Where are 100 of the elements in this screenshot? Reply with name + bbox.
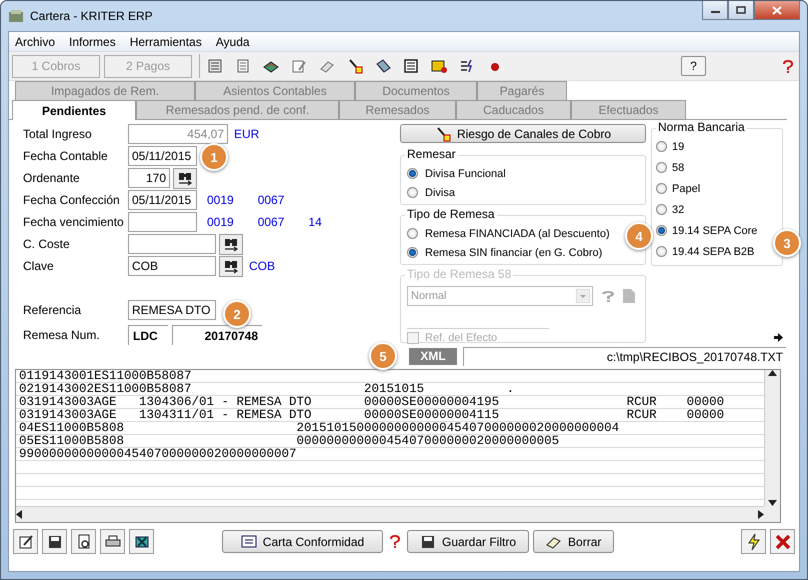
toolbar-button[interactable] <box>100 529 125 554</box>
input-field[interactable]: REMESA DTO <box>128 300 216 320</box>
action-button[interactable]: Guardar Filtro <box>407 530 530 553</box>
checkbox-label: Ref. del Efecto <box>425 332 498 344</box>
field-label: Total Ingreso <box>23 127 93 141</box>
radio-button[interactable] <box>656 225 667 236</box>
group-label: Norma Bancaria <box>656 120 747 134</box>
lookup-button[interactable] <box>173 168 197 188</box>
input-field[interactable]: 170 <box>128 168 170 188</box>
save-icon <box>46 534 62 550</box>
toolbar-button[interactable] <box>42 529 67 554</box>
callout-badge: 2 <box>223 300 251 328</box>
menu-item[interactable]: Ayuda <box>216 34 250 48</box>
path-field[interactable]: c:\tmp\RECIBOS_20170748.TXT <box>463 346 786 366</box>
field-label: Ordenante <box>23 171 81 185</box>
lookup-button[interactable] <box>219 234 243 254</box>
radio-button[interactable] <box>407 187 418 198</box>
checklist-icon[interactable] <box>459 58 475 74</box>
radio-button[interactable] <box>407 228 418 239</box>
output-line: 04ES11000B5808 2015101500000000000045407000000020000000004 <box>19 422 620 435</box>
input-field[interactable]: COB <box>128 256 216 276</box>
close-button[interactable] <box>754 1 800 20</box>
menu-item[interactable]: Informes <box>69 34 116 48</box>
edit-icon <box>18 534 34 550</box>
radio-button[interactable] <box>656 183 667 194</box>
radio-label: Divisa <box>425 186 455 198</box>
radio-button[interactable] <box>407 168 418 179</box>
input-field[interactable] <box>128 234 216 254</box>
radio-label: 19 <box>672 140 684 152</box>
risk-button[interactable]: Riesgo de Canales de Cobro <box>400 124 646 143</box>
input-field[interactable]: 05/11/2015 <box>128 146 197 166</box>
output-line: 0119143001ES11000B58087 <box>19 370 193 383</box>
binoculars-icon <box>223 258 239 274</box>
caret-icon <box>576 289 590 303</box>
input-field[interactable] <box>128 212 197 232</box>
radio-button[interactable] <box>656 141 667 152</box>
lookup-button[interactable] <box>219 256 243 276</box>
field-label: Fecha Confección <box>23 193 121 207</box>
input-field[interactable]: 05/11/2015 <box>128 190 197 210</box>
group-label: Tipo de Remesa 58 <box>405 267 514 281</box>
window-icon <box>8 9 24 23</box>
input-field[interactable]: 454,07 <box>128 124 228 144</box>
minimize-button[interactable] <box>702 1 728 20</box>
menu-item[interactable]: Herramientas <box>130 34 202 48</box>
callout-badge: 4 <box>625 222 653 250</box>
action-button[interactable]: Borrar <box>533 530 614 553</box>
output-line: 9900000000000045407000000020000000007 <box>19 448 298 461</box>
group-label: Remesar <box>405 147 458 161</box>
field-label: Remesa Num. <box>23 328 101 342</box>
binoculars-icon <box>177 170 193 186</box>
tab[interactable]: Pendientes <box>12 100 136 120</box>
radio-button[interactable] <box>656 204 667 215</box>
close-icon <box>774 534 790 550</box>
radio-label: Remesa SIN financiar (en G. Cobro) <box>425 246 602 258</box>
radio-label: Divisa Funcional <box>425 168 506 180</box>
radio-label: Remesa FINANCIADA (al Descuento) <box>425 228 610 240</box>
output-line: 0319143003AGE 1304306/01 - REMESA DTO 00000SE00000004195 RCUR 00000 <box>19 396 726 409</box>
scroll-left-icon[interactable] <box>16 510 22 519</box>
help-icon[interactable] <box>780 58 796 74</box>
field-label: Fecha Contable <box>23 149 109 163</box>
radio-button[interactable] <box>656 246 667 257</box>
action-button[interactable]: Carta Conformidad <box>222 530 383 553</box>
brush-icon[interactable] <box>347 58 363 74</box>
toolbar-button[interactable] <box>71 529 96 554</box>
field-label: C. Coste <box>23 237 71 251</box>
preview-icon <box>76 534 92 550</box>
execute-button[interactable] <box>741 529 766 554</box>
series-field: LDC <box>128 325 168 345</box>
radio-label: 19.44 SEPA B2B <box>672 246 754 258</box>
excel-icon <box>134 534 150 550</box>
info-text: EUR <box>234 127 260 141</box>
pencil-icon[interactable] <box>291 58 307 74</box>
scroll-right-icon[interactable] <box>758 510 764 519</box>
cancel-button[interactable] <box>770 529 795 554</box>
group-label: Tipo de Remesa <box>405 207 497 221</box>
help-icon <box>601 290 615 302</box>
info-text: COB <box>249 259 276 273</box>
lightning-icon <box>746 532 762 550</box>
scroll-up-icon[interactable] <box>768 370 777 376</box>
help-icon[interactable] <box>387 534 403 549</box>
info-text: 0067 <box>258 193 284 207</box>
toolbar-button[interactable] <box>13 529 38 554</box>
toolbar-button[interactable] <box>129 529 154 554</box>
help-button[interactable]: ? <box>681 56 706 76</box>
list-icon[interactable] <box>403 58 419 74</box>
field-label: Fecha vencimiento <box>23 215 125 229</box>
menu-item[interactable]: Archivo <box>15 34 56 48</box>
scroll-down-icon[interactable] <box>768 500 777 506</box>
field-label: Referencia <box>23 303 82 317</box>
radio-label: 32 <box>672 204 684 216</box>
maximize-icon <box>736 6 746 14</box>
radio-button[interactable] <box>656 162 667 173</box>
xml-button[interactable]: XML <box>409 348 457 364</box>
close-icon <box>772 6 782 14</box>
document-icon[interactable] <box>235 58 251 74</box>
radio-button[interactable] <box>407 247 418 258</box>
brush-icon <box>434 126 451 142</box>
maximize-button[interactable] <box>728 1 754 20</box>
output-line: 0319143003AGE 1304311/01 - REMESA DTO 00000SE00000004115 RCUR 00000 <box>19 409 726 422</box>
arrow-icon[interactable] <box>774 333 783 342</box>
